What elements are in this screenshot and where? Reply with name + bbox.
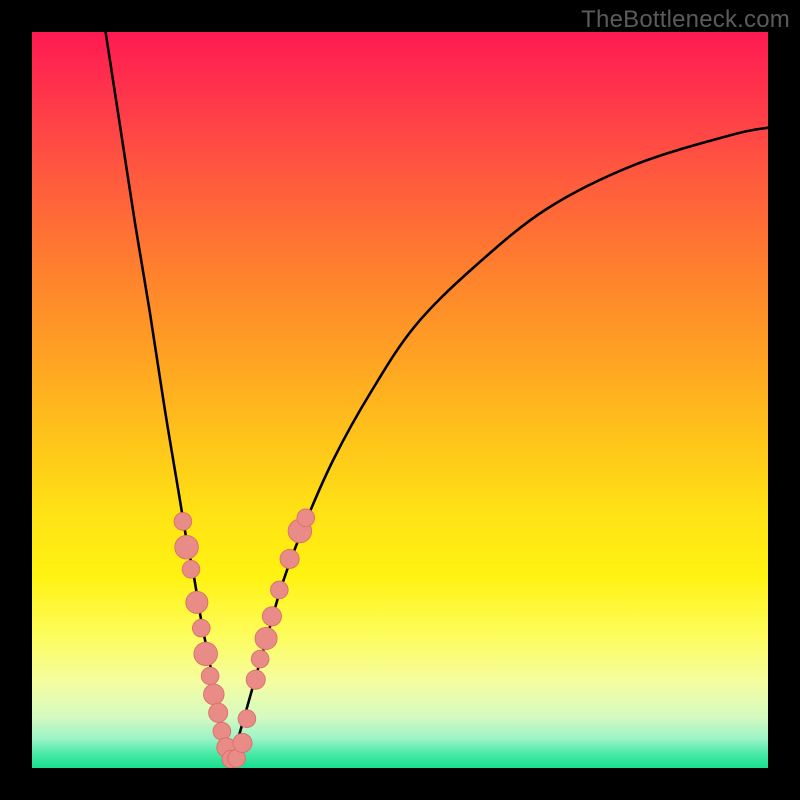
plot-area [32,32,768,768]
curve-layer [32,32,768,768]
data-marker [255,627,277,649]
data-marker [280,549,299,568]
data-marker [238,710,256,728]
data-marker [213,722,231,740]
data-marker [182,560,200,578]
data-marker [192,619,210,637]
data-marker [209,703,228,722]
data-marker [174,513,192,531]
data-marker [251,650,269,668]
watermark-text: TheBottleneck.com [581,6,790,34]
chart-frame: TheBottleneck.com [0,0,800,800]
data-marker [201,667,219,685]
data-marker [194,642,218,666]
data-marker [186,591,208,613]
data-marker [262,607,281,626]
data-marker [297,509,315,527]
marker-group [174,509,315,768]
data-marker [175,535,199,559]
data-marker [233,733,252,752]
curve-right-branch [231,128,768,761]
data-marker [246,670,265,689]
data-marker [270,581,288,599]
data-marker [203,684,224,705]
